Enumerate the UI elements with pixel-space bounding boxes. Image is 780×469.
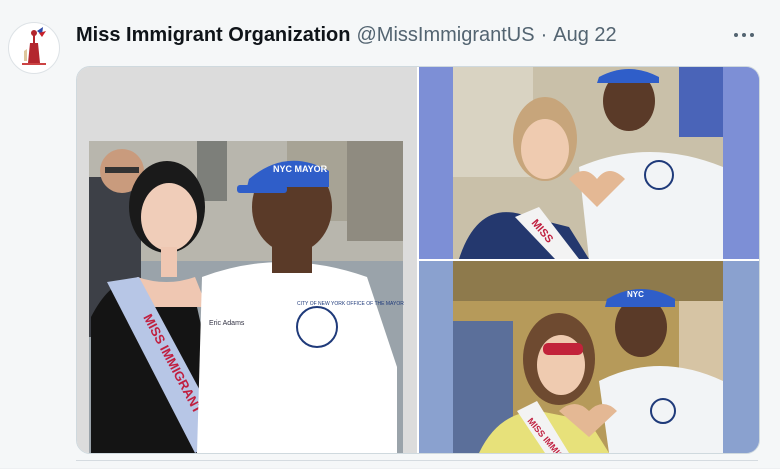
media-grid: MISS IMMIGRANT NYC MAYOR CITY OF NEW YOR… — [76, 66, 760, 454]
tweet-header: Miss Immigrant Organization @MissImmigra… — [76, 22, 617, 48]
photo-top-right-image: MISS — [419, 67, 759, 259]
organization-logo — [10, 24, 58, 72]
photo-top-right[interactable]: MISS — [419, 67, 759, 259]
more-horizontal-icon[interactable] — [728, 22, 760, 48]
photo-left-image: MISS IMMIGRANT NYC MAYOR CITY OF NEW YOR… — [77, 67, 417, 453]
seal-text-left: CITY OF NEW YORK OFFICE OF THE MAYOR — [297, 301, 404, 307]
cap-text-left: NYC MAYOR — [273, 164, 328, 174]
photo-bottom-right-image: MISS IMMIGRANT NYC — [419, 261, 759, 453]
user-handle[interactable]: @MissImmigrantUS — [356, 24, 534, 47]
profile-avatar[interactable] — [8, 22, 60, 74]
tweet-card: Miss Immigrant Organization @MissImmigra… — [0, 0, 780, 468]
tweet-date[interactable]: Aug 22 — [553, 24, 616, 47]
display-name[interactable]: Miss Immigrant Organization — [76, 24, 350, 47]
photo-left[interactable]: MISS IMMIGRANT NYC MAYOR CITY OF NEW YOR… — [77, 67, 417, 453]
name-tag-left: Eric Adams — [209, 320, 245, 327]
header-separator: · — [540, 23, 548, 46]
cap-text-bottom-right: NYC — [627, 290, 644, 299]
photo-bottom-right[interactable]: MISS IMMIGRANT NYC — [419, 261, 759, 453]
